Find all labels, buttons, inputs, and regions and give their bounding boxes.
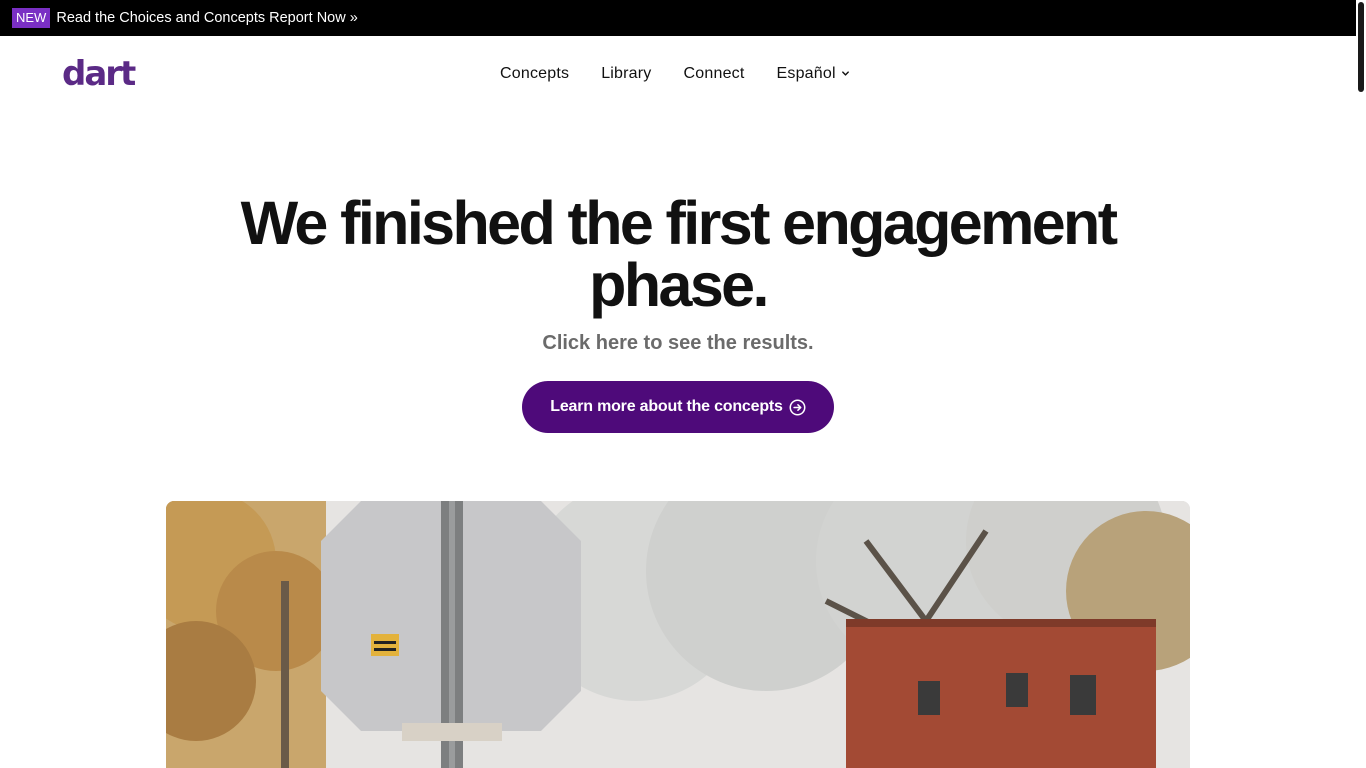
scrollbar-thumb[interactable]	[1358, 2, 1364, 92]
site-logo[interactable]: dart	[62, 54, 136, 94]
chevron-down-icon	[841, 65, 850, 83]
hero-title: We finished the first engagement phase.	[240, 189, 1118, 319]
circle-arrow-right-icon	[789, 399, 806, 416]
nav-connect[interactable]: Connect	[684, 62, 745, 86]
street-photo	[166, 501, 1190, 768]
results-link[interactable]: Click here to see the results.	[0, 330, 1356, 356]
language-label[interactable]: Español	[777, 62, 836, 86]
scrollbar[interactable]	[1356, 0, 1366, 768]
announcement-bar: NEW Read the Choices and Concepts Report…	[0, 0, 1356, 36]
nav-library[interactable]: Library	[601, 62, 651, 86]
new-badge: NEW	[12, 8, 51, 28]
nav-concepts[interactable]: Concepts	[500, 62, 569, 86]
announcement-link[interactable]: Read the Choices and Concepts Report Now…	[56, 10, 357, 26]
learn-more-button[interactable]: Learn more about the concepts	[522, 381, 834, 433]
language-selector[interactable]: Español	[777, 62, 850, 86]
main-nav: Concepts Library Connect Español	[500, 62, 850, 86]
hero-photo	[166, 501, 1190, 768]
learn-more-label: Learn more about the concepts	[550, 398, 783, 415]
